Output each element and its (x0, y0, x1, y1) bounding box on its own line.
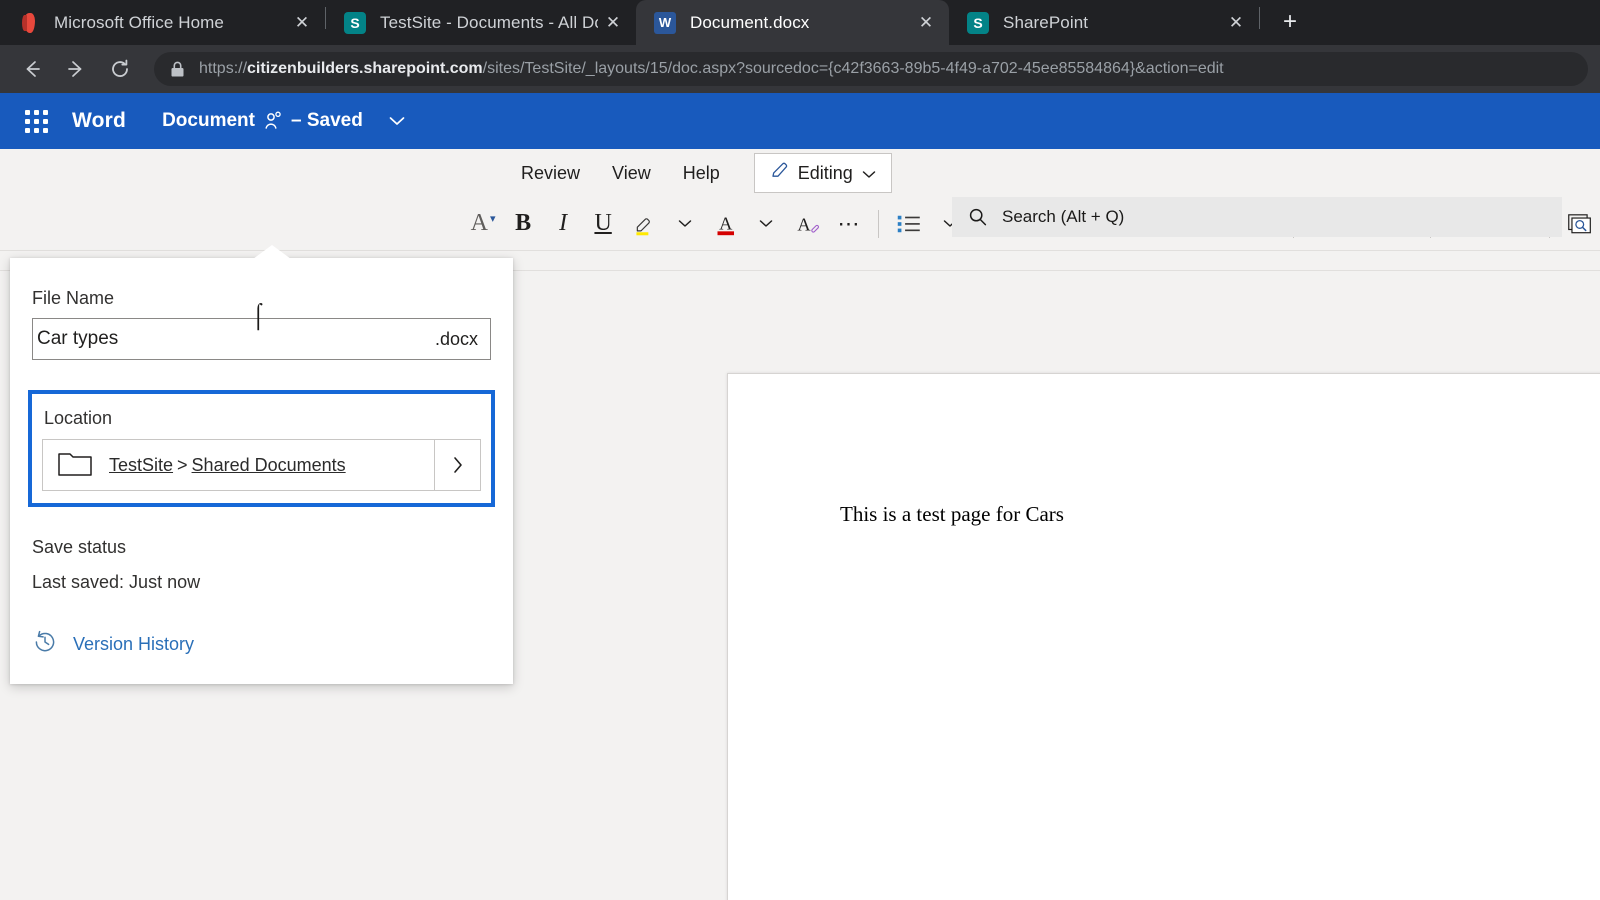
word-web-app: Word Document – Saved Search (Alt + Q) R… (0, 93, 1600, 900)
url-input[interactable]: https://citizenbuilders.sharepoint.com/s… (154, 52, 1588, 86)
browser-tabstrip: Microsoft Office Home ✕ TestSite - Docum… (0, 0, 1600, 45)
toolbar-separator (878, 210, 879, 238)
location-section: Location TestSite>Shared Documents (28, 390, 495, 507)
forward-icon[interactable] (56, 49, 96, 89)
app-launcher-icon[interactable] (14, 99, 58, 143)
tab-close-icon[interactable]: ✕ (911, 8, 941, 38)
location-expand-button[interactable] (434, 440, 480, 490)
word-app-header: Word Document – Saved (0, 93, 1600, 149)
shared-person-icon (263, 111, 283, 131)
tab-separator (1259, 7, 1260, 29)
bullet-list-icon[interactable] (888, 204, 930, 244)
office-icon (18, 12, 40, 34)
chevron-down-icon[interactable] (665, 204, 705, 244)
tab-close-icon[interactable]: ✕ (598, 8, 628, 38)
url-domain: citizenbuilders.sharepoint.com (247, 60, 483, 78)
file-info-flyout: File Name .docx ⌠ Location TestSite>Shar… (10, 258, 513, 684)
more-options-icon[interactable]: ⋯ (829, 204, 869, 244)
svg-text:A: A (719, 213, 733, 233)
tab-help[interactable]: Help (667, 153, 736, 193)
clear-formatting-icon[interactable]: A (786, 204, 829, 244)
word-icon (654, 12, 676, 34)
chevron-down-icon[interactable] (389, 116, 405, 126)
browser-tab-office-home[interactable]: Microsoft Office Home ✕ (0, 0, 325, 45)
save-status-label: Save status (10, 507, 513, 558)
version-history-button[interactable]: Version History (10, 593, 513, 660)
chevron-down-icon[interactable] (746, 204, 786, 244)
file-extension-label: .docx (435, 329, 478, 350)
document-title-label: Document (162, 110, 255, 132)
browser-tab-document-docx[interactable]: Document.docx ✕ (636, 0, 949, 45)
lock-icon (170, 61, 185, 78)
flyout-caret (253, 245, 291, 259)
breadcrumb-library-link[interactable]: Shared Documents (192, 455, 346, 475)
folder-icon (57, 448, 93, 483)
url-scheme: https:// (199, 60, 247, 78)
editing-mode-label: Editing (798, 163, 853, 184)
save-state-label: – Saved (291, 110, 363, 132)
file-name-input[interactable] (35, 328, 435, 350)
tab-close-icon[interactable]: ✕ (1221, 8, 1251, 38)
document-body-text[interactable]: This is a test page for Cars (840, 502, 1064, 527)
location-field[interactable]: TestSite>Shared Documents (42, 439, 481, 491)
ribbon-tab-row: Review View Help Editing (0, 149, 1600, 197)
sharepoint-icon (967, 12, 989, 34)
version-history-label: Version History (73, 634, 194, 655)
dictate-icon[interactable] (1559, 204, 1600, 244)
location-label: Location (36, 402, 487, 439)
app-brand-label[interactable]: Word (72, 109, 126, 133)
chevron-down-icon (862, 163, 876, 184)
save-status-value: Last saved: Just now (10, 558, 513, 593)
tab-title: Document.docx (690, 13, 911, 33)
sharepoint-icon (344, 12, 366, 34)
back-icon[interactable] (12, 49, 52, 89)
breadcrumb-separator: > (173, 455, 192, 475)
search-input[interactable]: Search (Alt + Q) (952, 197, 1562, 237)
file-name-label: File Name (10, 258, 513, 318)
breadcrumb-site-link[interactable]: TestSite (109, 455, 173, 475)
font-size-icon[interactable]: A ▾ (463, 204, 503, 244)
underline-icon[interactable]: U (583, 204, 623, 244)
font-color-icon[interactable]: A (705, 204, 747, 244)
document-page[interactable]: This is a test page for Cars (727, 373, 1600, 900)
search-placeholder: Search (Alt + Q) (1002, 207, 1124, 227)
tab-view[interactable]: View (596, 153, 667, 193)
tab-title: TestSite - Documents - All Docum (380, 13, 598, 33)
pencil-icon (770, 161, 789, 185)
browser-tab-sharepoint[interactable]: SharePoint ✕ (949, 0, 1259, 45)
tab-title: Microsoft Office Home (54, 13, 287, 33)
browser-chrome: Microsoft Office Home ✕ TestSite - Docum… (0, 0, 1600, 93)
browser-tab-testsite-documents[interactable]: TestSite - Documents - All Docum ✕ (326, 0, 636, 45)
tab-close-icon[interactable]: ✕ (287, 8, 317, 38)
bold-icon[interactable]: B (503, 204, 543, 244)
tab-review[interactable]: Review (505, 153, 596, 193)
reload-icon[interactable] (100, 49, 140, 89)
search-icon (968, 207, 988, 227)
svg-text:A: A (798, 214, 812, 234)
highlight-icon[interactable] (623, 204, 665, 244)
location-breadcrumb-area[interactable]: TestSite>Shared Documents (43, 440, 434, 490)
history-icon (32, 629, 58, 660)
breadcrumb: TestSite>Shared Documents (109, 455, 346, 476)
file-name-field[interactable]: .docx ⌠ (32, 318, 491, 360)
tab-title: SharePoint (1003, 13, 1221, 33)
browser-urlbar: https://citizenbuilders.sharepoint.com/s… (0, 45, 1600, 93)
document-title-button[interactable]: Document – Saved (162, 110, 405, 132)
new-tab-button[interactable]: + (1270, 2, 1310, 42)
italic-icon[interactable]: I (543, 204, 583, 244)
url-path: /sites/TestSite/_layouts/15/doc.aspx?sou… (483, 60, 1224, 78)
editing-mode-button[interactable]: Editing (754, 153, 892, 193)
